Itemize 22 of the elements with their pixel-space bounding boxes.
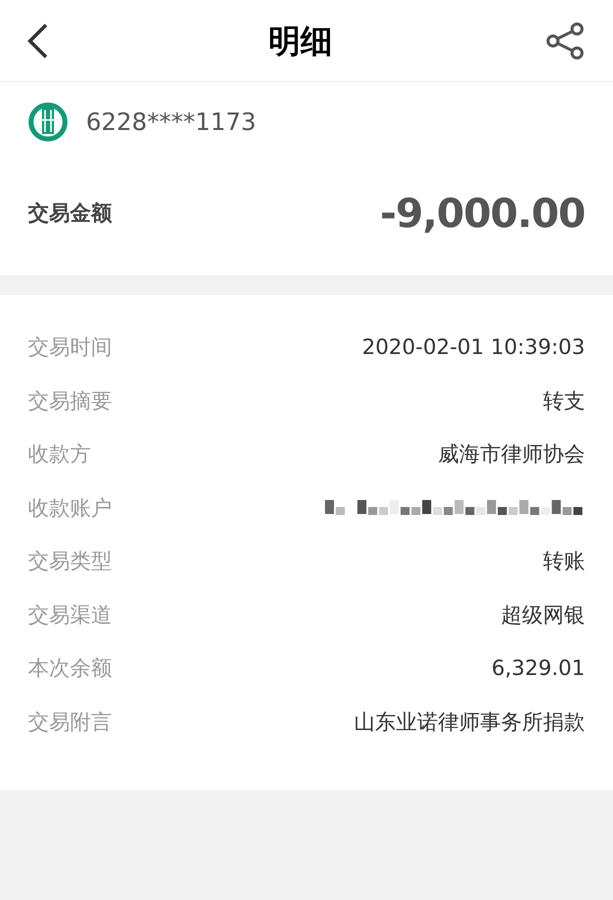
amount-value: -9,000.00 — [380, 190, 585, 239]
detail-label: 交易时间 — [28, 334, 112, 361]
detail-value: 超级网银 — [501, 602, 585, 628]
detail-value: 山东业诺律师事务所捐款 — [354, 708, 585, 736]
detail-value: 6,329.01 — [491, 655, 585, 682]
detail-label: 本次余额 — [28, 655, 112, 682]
detail-label: 交易类型 — [28, 548, 112, 575]
account-number: 6228****1173 — [86, 107, 256, 138]
bank-logo-icon — [28, 102, 68, 142]
detail-value: 威海市律师协会 — [438, 441, 585, 468]
amount-label: 交易金额 — [28, 200, 112, 228]
detail-label: 交易摘要 — [28, 388, 112, 414]
page-title: 明细 — [268, 20, 332, 62]
detail-value: 2020-02-01 10:39:03 — [362, 334, 585, 361]
detail-label: 交易附言 — [28, 708, 112, 736]
detail-label: 收款方 — [28, 441, 91, 468]
back-icon — [26, 22, 50, 60]
share-icon — [545, 22, 585, 60]
detail-value: 转账 — [543, 548, 585, 575]
detail-value: 转支 — [543, 388, 585, 414]
detail-label: 交易渠道 — [28, 602, 112, 628]
detail-label: 收款账户 — [28, 494, 112, 522]
